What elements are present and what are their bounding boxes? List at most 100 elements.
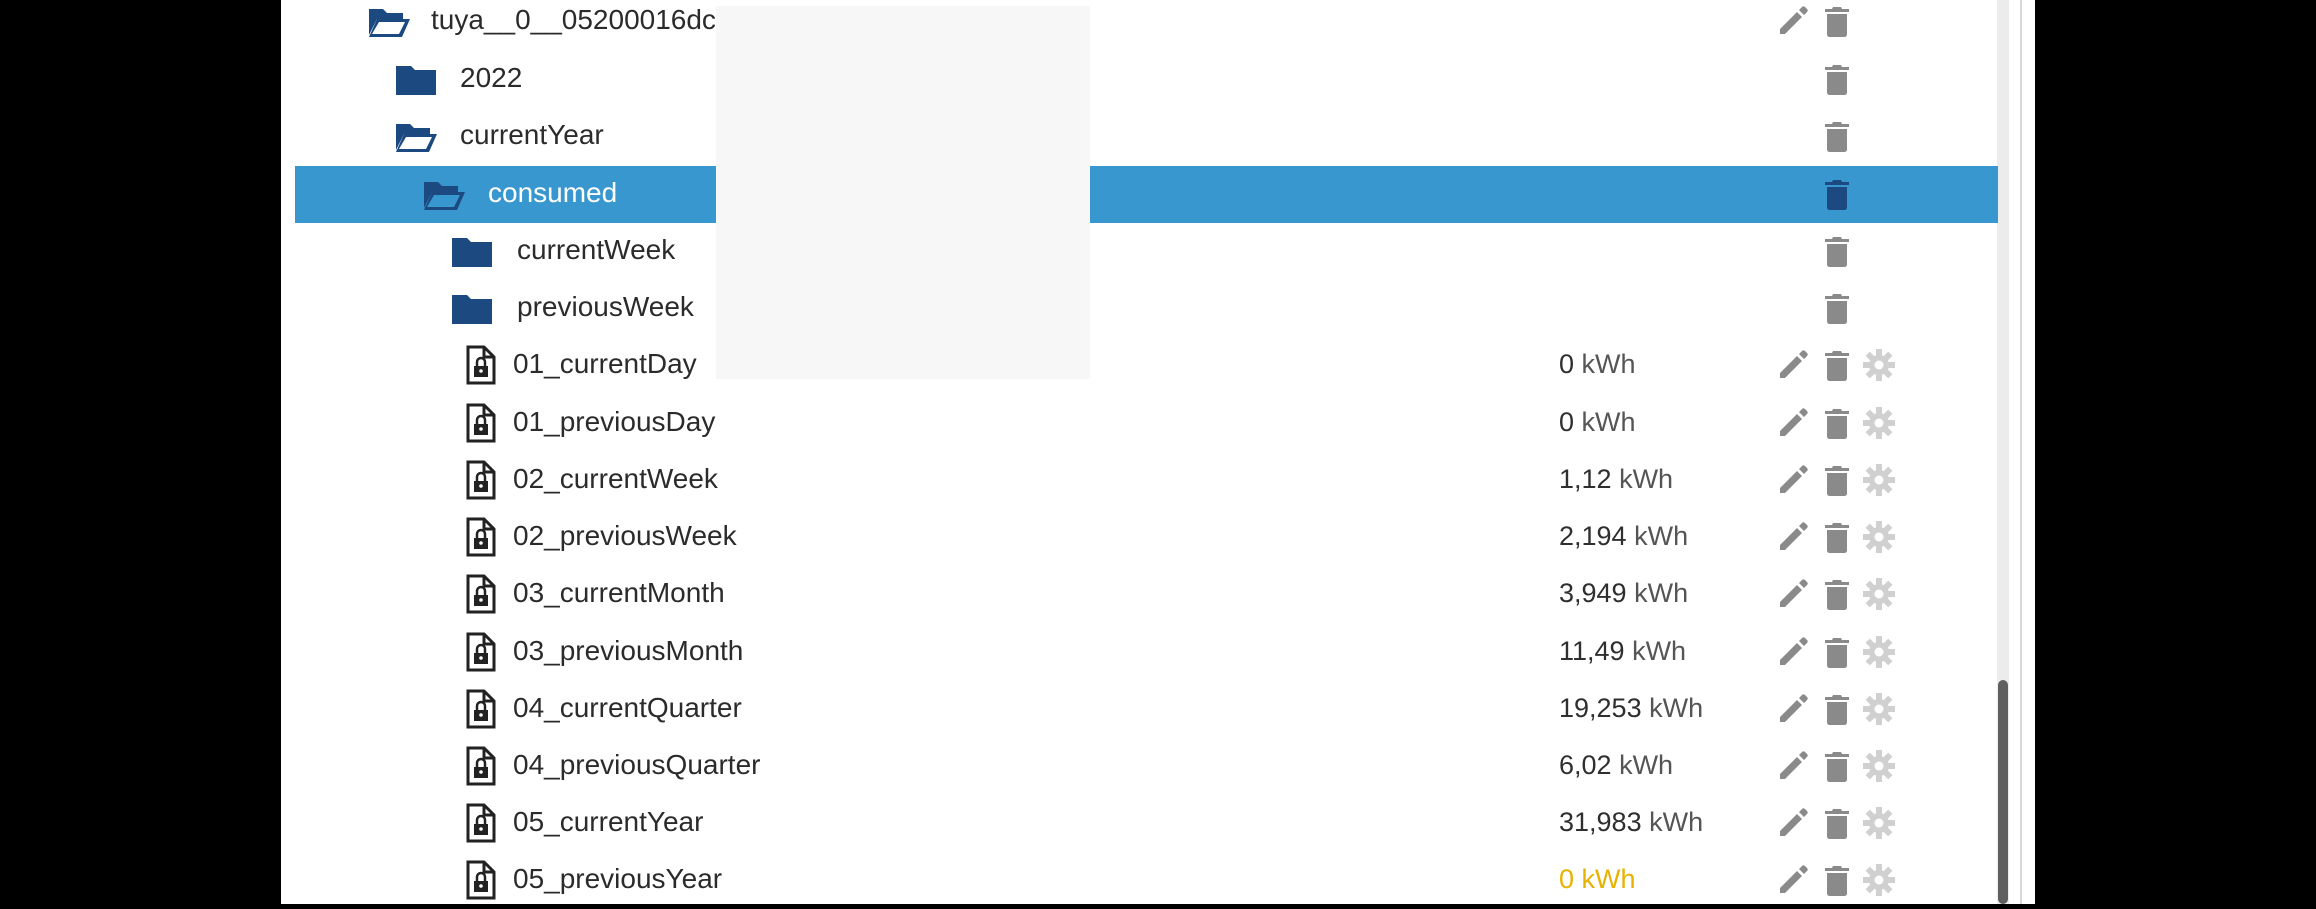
locked-file-icon — [459, 689, 503, 729]
tree-row-state[interactable]: 01_currentDay 0 kWh — [295, 337, 1998, 394]
gear-icon[interactable] — [1861, 405, 1897, 441]
tree-row-state[interactable]: 02_currentWeek 1,12 kWh — [295, 452, 1998, 509]
folder-open-icon[interactable] — [367, 1, 411, 41]
pencil-icon[interactable] — [1775, 691, 1811, 727]
gear-icon[interactable] — [1861, 805, 1897, 841]
state-value[interactable]: 3,949 kWh — [1559, 578, 1688, 609]
trash-icon[interactable] — [1819, 233, 1855, 269]
gear-icon[interactable] — [1861, 347, 1897, 383]
pencil-icon[interactable] — [1775, 347, 1811, 383]
trash-icon[interactable] — [1819, 634, 1855, 670]
state-value[interactable]: 1,12 kWh — [1559, 464, 1673, 495]
tree-row-label[interactable]: tuya__0__05200016dc — [431, 4, 716, 36]
pencil-icon[interactable] — [1775, 3, 1811, 39]
tree-row-state[interactable]: 03_previousMonth 11,49 kWh — [295, 624, 1998, 681]
trash-icon[interactable] — [1819, 347, 1855, 383]
state-value[interactable]: 0 kWh — [1559, 349, 1636, 380]
folder-open-icon[interactable] — [394, 116, 438, 156]
tree-row-consumed-selected[interactable]: consumed — [295, 166, 1998, 223]
tree-row-label[interactable]: consumed — [488, 177, 617, 209]
folder-open-icon[interactable] — [422, 174, 466, 214]
trash-icon[interactable] — [1819, 176, 1855, 212]
gear-icon[interactable] — [1861, 691, 1897, 727]
trash-icon[interactable] — [1819, 3, 1855, 39]
trash-icon[interactable] — [1819, 519, 1855, 555]
trash-icon[interactable] — [1819, 805, 1855, 841]
state-value[interactable]: 6,02 kWh — [1559, 750, 1673, 781]
state-value[interactable]: 2,194 kWh — [1559, 521, 1688, 552]
tree-row-label[interactable]: 02_previousWeek — [513, 520, 737, 552]
pencil-icon[interactable] — [1775, 576, 1811, 612]
gear-icon[interactable] — [1861, 748, 1897, 784]
tree-row-label[interactable]: currentWeek — [517, 234, 675, 266]
gear-icon[interactable] — [1861, 462, 1897, 498]
gear-icon[interactable] — [1861, 576, 1897, 612]
tree-row-label[interactable]: previousWeek — [517, 291, 694, 323]
state-value[interactable]: 31,983 kWh — [1559, 807, 1703, 838]
value-unit: kWh — [1634, 578, 1689, 608]
state-value-warning[interactable]: 0 kWh — [1559, 864, 1636, 895]
tree-row-label[interactable]: 04_previousQuarter — [513, 749, 760, 781]
tree-row-label[interactable]: 02_currentWeek — [513, 463, 718, 495]
gear-icon[interactable] — [1861, 862, 1897, 898]
tree-row-currentyear[interactable]: currentYear — [295, 108, 1998, 165]
pencil-icon[interactable] — [1775, 519, 1811, 555]
locked-file-icon — [459, 574, 503, 614]
tree-row-label[interactable]: 05_currentYear — [513, 806, 703, 838]
value-unit: kWh — [1619, 750, 1674, 780]
tree-row-state[interactable]: 02_previousWeek 2,194 kWh — [295, 509, 1998, 566]
tree-row-currentweek-folder[interactable]: currentWeek — [295, 223, 1998, 280]
tree-row-label[interactable]: 01_currentDay — [513, 348, 697, 380]
scrollbar-thumb[interactable] — [1998, 680, 2008, 904]
state-value[interactable]: 0 kWh — [1559, 407, 1636, 438]
tree-row-label[interactable]: 04_currentQuarter — [513, 692, 742, 724]
folder-icon[interactable] — [450, 288, 494, 328]
value-number: 6,02 — [1559, 750, 1612, 780]
trash-icon[interactable] — [1819, 290, 1855, 326]
trash-icon[interactable] — [1819, 61, 1855, 97]
tree-row-2022[interactable]: 2022 — [295, 51, 1998, 108]
trash-icon[interactable] — [1819, 405, 1855, 441]
tree-row-label[interactable]: 05_previousYear — [513, 863, 722, 895]
trash-icon[interactable] — [1819, 576, 1855, 612]
tree-row-label[interactable]: 2022 — [460, 62, 522, 94]
tree-row-previousweek-folder[interactable]: previousWeek — [295, 280, 1998, 337]
pencil-icon[interactable] — [1775, 862, 1811, 898]
tree-row-state[interactable]: 05_previousYear 0 kWh — [295, 852, 1998, 909]
folder-icon[interactable] — [450, 231, 494, 271]
tree-row-label[interactable]: 01_previousDay — [513, 406, 715, 438]
state-value[interactable]: 19,253 kWh — [1559, 693, 1703, 724]
trash-icon[interactable] — [1819, 462, 1855, 498]
right-margin — [2035, 0, 2316, 904]
value-number: 0 — [1559, 349, 1575, 379]
gear-icon[interactable] — [1861, 519, 1897, 555]
trash-icon[interactable] — [1819, 118, 1855, 154]
tree-row-state[interactable]: 01_previousDay 0 kWh — [295, 395, 1998, 452]
gear-icon[interactable] — [1861, 634, 1897, 670]
pencil-icon[interactable] — [1775, 748, 1811, 784]
pencil-icon[interactable] — [1775, 462, 1811, 498]
tree-row-state[interactable]: 04_previousQuarter 6,02 kWh — [295, 738, 1998, 795]
folder-icon[interactable] — [394, 59, 438, 99]
pencil-icon[interactable] — [1775, 805, 1811, 841]
trash-icon[interactable] — [1819, 691, 1855, 727]
value-unit: kWh — [1649, 693, 1704, 723]
tree-row-label[interactable]: 03_previousMonth — [513, 635, 743, 667]
tree-row-state[interactable]: 03_currentMonth 3,949 kWh — [295, 566, 1998, 623]
value-number: 19,253 — [1559, 693, 1642, 723]
tree-row-label[interactable]: currentYear — [460, 119, 604, 151]
value-number: 31,983 — [1559, 807, 1642, 837]
tree-row-tuya-device[interactable]: tuya__0__05200016dc — [295, 0, 1998, 50]
pencil-icon[interactable] — [1775, 634, 1811, 670]
tree-row-state[interactable]: 05_currentYear 31,983 kWh — [295, 795, 1998, 852]
pencil-icon[interactable] — [1775, 405, 1811, 441]
panel-divider — [2020, 0, 2022, 904]
trash-icon[interactable] — [1819, 862, 1855, 898]
locked-file-icon — [459, 746, 503, 786]
state-value[interactable]: 11,49 kWh — [1559, 636, 1686, 667]
tree-row-state[interactable]: 04_currentQuarter 19,253 kWh — [295, 681, 1998, 738]
trash-icon[interactable] — [1819, 748, 1855, 784]
value-unit: kWh — [1649, 807, 1704, 837]
tree-row-label[interactable]: 03_currentMonth — [513, 577, 725, 609]
value-number: 11,49 — [1559, 636, 1625, 666]
